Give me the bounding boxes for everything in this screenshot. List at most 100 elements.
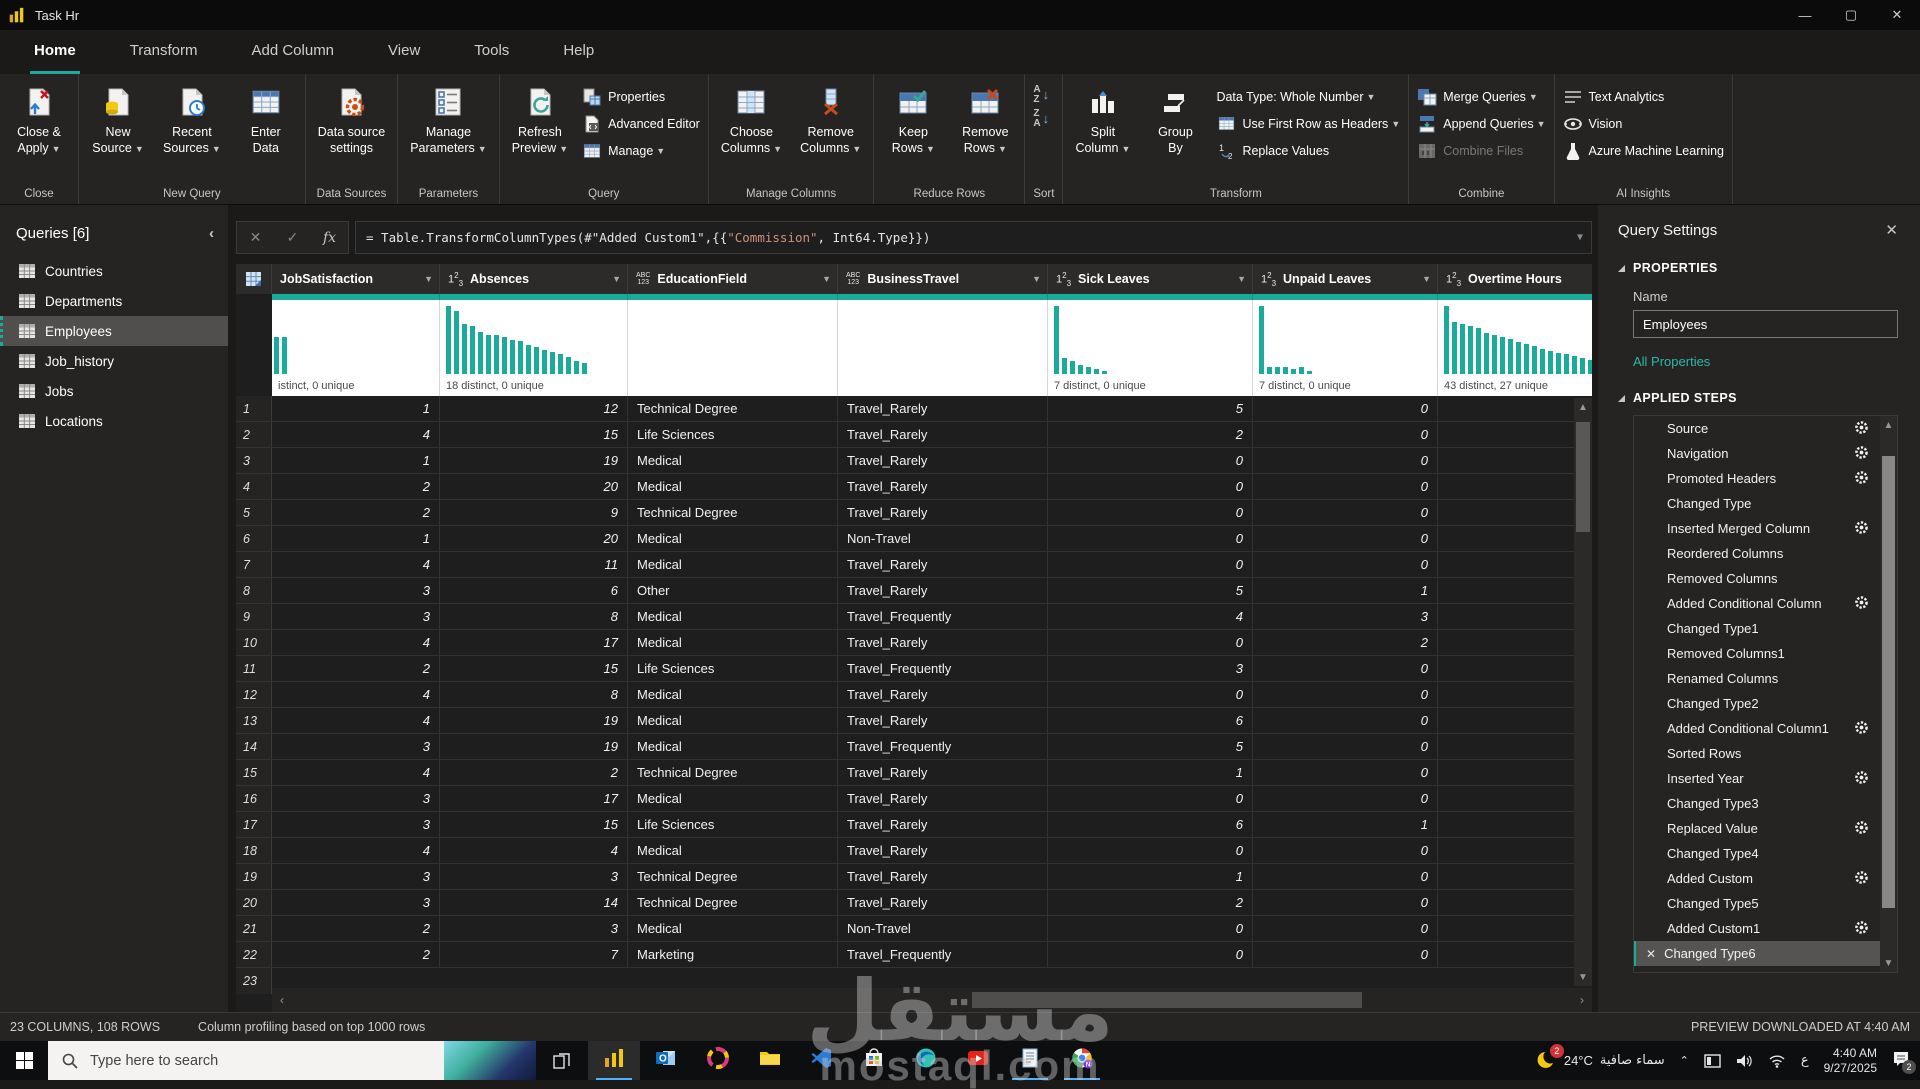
- volume-icon[interactable]: [1736, 1054, 1753, 1068]
- cell[interactable]: 0: [1048, 500, 1253, 525]
- column-header-sick-leaves[interactable]: 123Sick Leaves▼: [1048, 264, 1253, 294]
- applied-step-changed-type1[interactable]: Changed Type1: [1634, 616, 1897, 641]
- sort-ascending-button[interactable]: AZ↓: [1033, 85, 1049, 105]
- cell[interactable]: Travel_Rarely: [838, 682, 1048, 707]
- steps-scroll-thumb[interactable]: [1882, 456, 1895, 908]
- filter-chevron-icon[interactable]: ▼: [424, 274, 433, 284]
- cell[interactable]: 17: [440, 786, 628, 811]
- cell[interactable]: 2: [1048, 890, 1253, 915]
- cell[interactable]: [1438, 552, 1592, 577]
- table-row[interactable]: 20314Technical DegreeTravel_Rarely20: [236, 890, 1592, 916]
- horizontal-scrollbar[interactable]: ‹ ›: [272, 988, 1592, 1012]
- column-profile-businesstravel[interactable]: [838, 300, 1048, 396]
- cell[interactable]: Medical: [628, 552, 838, 577]
- language-indicator[interactable]: ع: [1801, 1053, 1809, 1068]
- column-header-unpaid-leaves[interactable]: 123Unpaid Leaves▼: [1253, 264, 1438, 294]
- cell[interactable]: Technical Degree: [628, 760, 838, 785]
- cell[interactable]: Medical: [628, 526, 838, 551]
- cell[interactable]: 2: [1253, 630, 1438, 655]
- cell[interactable]: 4: [272, 422, 440, 447]
- step-settings-gear-icon[interactable]: [1854, 470, 1869, 488]
- cell[interactable]: 0: [1048, 786, 1253, 811]
- cell[interactable]: 12: [440, 396, 628, 421]
- steps-scroll-down-icon[interactable]: ▼: [1880, 954, 1897, 972]
- table-row[interactable]: 14319MedicalTravel_Frequently50: [236, 734, 1592, 760]
- choose-columns-button[interactable]: ChooseColumns▼: [717, 79, 786, 157]
- search-box-image[interactable]: [444, 1041, 536, 1080]
- applied-step-changed-type3[interactable]: Changed Type3: [1634, 791, 1897, 816]
- cell[interactable]: 1: [1253, 812, 1438, 837]
- data-source-settings-button[interactable]: Data sourcesettings: [314, 79, 389, 156]
- cell[interactable]: [1438, 656, 1592, 681]
- cell[interactable]: 3: [1048, 656, 1253, 681]
- cell[interactable]: 4: [272, 760, 440, 785]
- applied-step-changed-type4[interactable]: Changed Type4: [1634, 841, 1897, 866]
- cell[interactable]: 2: [440, 760, 628, 785]
- row-number[interactable]: 7: [236, 552, 272, 577]
- cell[interactable]: 6: [1048, 812, 1253, 837]
- cell[interactable]: 0: [1253, 864, 1438, 889]
- applied-step-sorted-rows[interactable]: Sorted Rows: [1634, 741, 1897, 766]
- cell[interactable]: [1438, 760, 1592, 785]
- row-number[interactable]: 22: [236, 942, 272, 967]
- sort-descending-button[interactable]: ZA↓: [1033, 109, 1049, 129]
- tab-transform[interactable]: Transform: [126, 42, 202, 74]
- table-row[interactable]: 13419MedicalTravel_Rarely60: [236, 708, 1592, 734]
- cell[interactable]: 0: [1253, 682, 1438, 707]
- row-number[interactable]: 18: [236, 838, 272, 863]
- cell[interactable]: [1438, 838, 1592, 863]
- cell[interactable]: 8: [440, 604, 628, 629]
- text-analytics-button[interactable]: Text Analytics: [1563, 83, 1725, 110]
- table-row[interactable]: 2123MedicalNon-Travel00: [236, 916, 1592, 942]
- formula-expand-icon[interactable]: ▼: [1577, 232, 1583, 243]
- formula-input[interactable]: = Table.TransformColumnTypes(#"Added Cus…: [355, 221, 1592, 254]
- cell[interactable]: 0: [1253, 890, 1438, 915]
- table-row[interactable]: 2227MarketingTravel_Frequently00: [236, 942, 1592, 968]
- cell[interactable]: [1438, 396, 1592, 421]
- cell[interactable]: 1: [1048, 864, 1253, 889]
- cell[interactable]: 0: [1253, 474, 1438, 499]
- cell[interactable]: 19: [440, 708, 628, 733]
- cell[interactable]: 4: [272, 708, 440, 733]
- cell[interactable]: Medical: [628, 630, 838, 655]
- cell[interactable]: Medical: [628, 604, 838, 629]
- row-number[interactable]: 14: [236, 734, 272, 759]
- cell[interactable]: Travel_Rarely: [838, 786, 1048, 811]
- task-view-button[interactable]: [536, 1041, 588, 1080]
- table-row[interactable]: 2415Life SciencesTravel_Rarely20: [236, 422, 1592, 448]
- filter-chevron-icon[interactable]: ▼: [1032, 274, 1041, 284]
- cell[interactable]: Technical Degree: [628, 864, 838, 889]
- query-item-departments[interactable]: Departments: [0, 286, 228, 316]
- row-number[interactable]: 16: [236, 786, 272, 811]
- taskbar-app-notepad[interactable]: [1004, 1041, 1056, 1080]
- cell[interactable]: Travel_Frequently: [838, 656, 1048, 681]
- cell[interactable]: 3: [440, 864, 628, 889]
- cell[interactable]: 3: [272, 734, 440, 759]
- cell[interactable]: 5: [1048, 578, 1253, 603]
- column-profile-jobsatisfaction[interactable]: istinct, 0 unique: [272, 300, 440, 396]
- applied-step-replaced-value[interactable]: Replaced Value: [1634, 816, 1897, 841]
- cell[interactable]: 0: [1253, 838, 1438, 863]
- taskbar-app-powerbi[interactable]: [588, 1041, 640, 1080]
- applied-step-removed-columns1[interactable]: Removed Columns1: [1634, 641, 1897, 666]
- taskbar-app-file-explorer[interactable]: [744, 1041, 796, 1080]
- table-row[interactable]: 17315Life SciencesTravel_Rarely61: [236, 812, 1592, 838]
- row-number[interactable]: 12: [236, 682, 272, 707]
- new-source-button[interactable]: NewSource▼: [87, 79, 149, 157]
- row-number[interactable]: 9: [236, 604, 272, 629]
- step-settings-gear-icon[interactable]: [1854, 770, 1869, 788]
- cell[interactable]: 19: [440, 734, 628, 759]
- cell[interactable]: 3: [272, 604, 440, 629]
- cell[interactable]: 6: [440, 578, 628, 603]
- table-row[interactable]: 3119MedicalTravel_Rarely00: [236, 448, 1592, 474]
- cell[interactable]: 11: [440, 552, 628, 577]
- cell[interactable]: Marketing: [628, 942, 838, 967]
- applied-step-inserted-year[interactable]: Inserted Year: [1634, 766, 1897, 791]
- table-row[interactable]: 11215Life SciencesTravel_Frequently30: [236, 656, 1592, 682]
- cell[interactable]: 3: [440, 916, 628, 941]
- refresh-preview-button[interactable]: RefreshPreview▼: [508, 79, 572, 157]
- formula-check-icon[interactable]: ✓: [274, 222, 311, 253]
- row-number[interactable]: 5: [236, 500, 272, 525]
- cell[interactable]: 0: [1253, 552, 1438, 577]
- step-settings-gear-icon[interactable]: [1854, 720, 1869, 738]
